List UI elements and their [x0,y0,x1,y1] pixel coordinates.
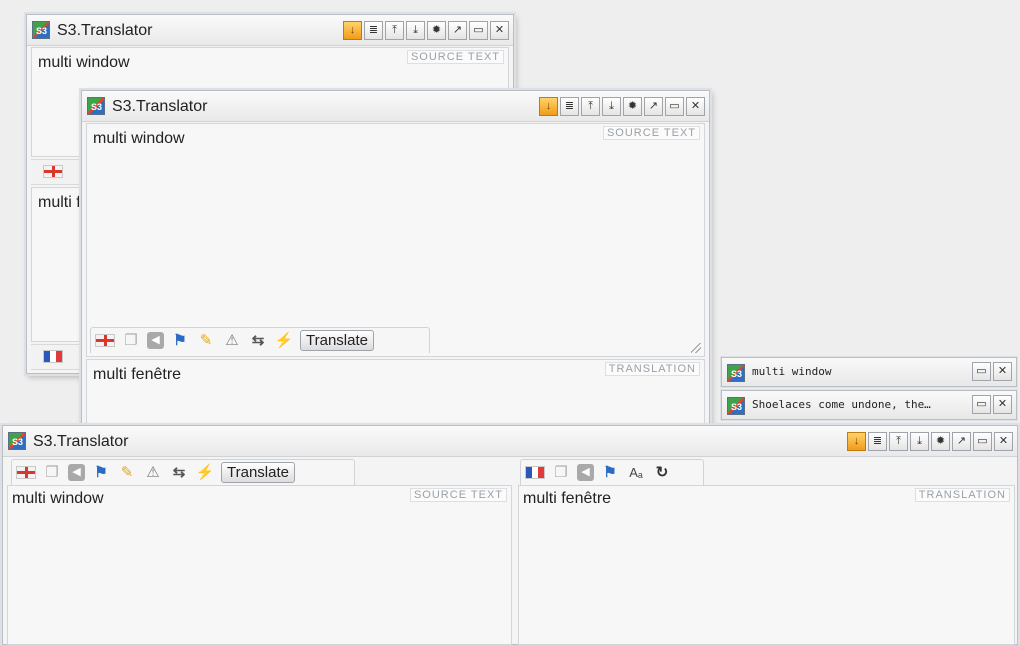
refresh-icon[interactable]: ↻ [652,463,672,483]
translation-label: TRANSLATION [914,488,1010,502]
france-flag-icon[interactable] [43,350,63,363]
mini-window-text[interactable]: Shoelaces come undone, the… [752,398,952,411]
close-icon[interactable]: ✕ [994,432,1013,451]
pin-icon[interactable]: ↓ [343,21,362,40]
close-icon[interactable]: ✕ [490,21,509,40]
pin-icon[interactable]: ↓ [847,432,866,451]
pin-icon[interactable]: ↓ [539,97,558,116]
translation-label: TRANSLATION [604,362,700,376]
source-label: SOURCE TEXT [406,50,504,64]
resize-handle[interactable] [691,343,701,353]
warning-icon[interactable]: ⚠ [222,331,242,351]
dock-bottom-icon[interactable]: ⤓ [910,432,929,451]
close-icon[interactable]: ✕ [993,362,1012,381]
app-logo-icon: S3 [8,432,26,450]
settings-icon[interactable]: ✹ [427,21,446,40]
warning-icon[interactable]: ⚠ [143,463,163,483]
translation-pane[interactable]: multi fenêtre TRANSLATION [86,359,705,427]
dictionary-icon[interactable]: ⚑ [600,463,620,483]
dock-top-icon[interactable]: ⤒ [889,432,908,451]
mini-window-text[interactable]: multi window [752,365,952,378]
page-icon[interactable]: ≣ [364,21,383,40]
swap-icon[interactable]: ⇆ [248,331,268,351]
window-title: S3.Translator [112,98,208,115]
translator-window-docked: S3 S3.Translator ↓ ≣ ⤒ ⤓ ✹ ↗ ▭ ✕ ❐ ◀ ⚑ ✎… [2,425,1018,645]
translation-text[interactable]: multi f [38,194,81,212]
source-pane[interactable]: multi window SOURCE TEXT [7,485,512,645]
uk-flag-icon[interactable] [95,334,115,347]
source-toolbar: ❐ ◀ ⚑ ✎ ⚠ ⇆ ⚡ Translate [11,459,355,485]
source-pane[interactable]: multi window SOURCE TEXT [86,123,705,357]
france-flag-icon[interactable] [525,466,545,479]
translation-toolbar: ❐ ◀ ⚑ Aₐ ↻ [520,459,704,485]
app-logo-icon: S3 [87,97,105,115]
popout-icon[interactable]: ↗ [448,21,467,40]
minimize-icon[interactable]: ▭ [972,362,991,381]
lightning-icon[interactable]: ⚡ [274,331,294,351]
source-toolbar: ❐ ◀ ⚑ ✎ ⚠ ⇆ ⚡ Translate [90,327,430,353]
translation-pane[interactable]: multi fenêtre TRANSLATION [518,485,1015,645]
window-title: S3.Translator [33,433,129,450]
source-text[interactable]: multi window [12,490,104,508]
minimize-icon[interactable]: ▭ [973,432,992,451]
swap-icon[interactable]: ⇆ [169,463,189,483]
translator-window-middle: S3 S3.Translator ↓ ≣ ⤒ ⤓ ✹ ↗ ▭ ✕ multi w… [81,90,710,430]
minimize-icon[interactable]: ▭ [469,21,488,40]
title-bar[interactable]: S3 S3.Translator ↓ ≣ ⤒ ⤓ ✹ ↗ ▭ ✕ [82,91,709,122]
close-icon[interactable]: ✕ [686,97,705,116]
popout-icon[interactable]: ↗ [952,432,971,451]
speaker-icon[interactable]: ◀ [68,464,85,481]
popout-icon[interactable]: ↗ [644,97,663,116]
translate-button[interactable]: Translate [221,462,295,483]
copy-icon[interactable]: ❐ [121,331,141,351]
translate-button[interactable]: Translate [300,330,374,351]
speaker-icon[interactable]: ◀ [577,464,594,481]
page-icon[interactable]: ≣ [868,432,887,451]
source-label: SOURCE TEXT [409,488,507,502]
app-logo-icon: S3 [727,397,745,415]
dock-bottom-icon[interactable]: ⤓ [406,21,425,40]
settings-icon[interactable]: ✹ [931,432,950,451]
dictionary-icon[interactable]: ⚑ [91,463,111,483]
uk-flag-icon[interactable] [16,466,36,479]
close-icon[interactable]: ✕ [993,395,1012,414]
minimize-icon[interactable]: ▭ [972,395,991,414]
window-title: S3.Translator [57,22,153,39]
title-bar[interactable]: S3 S3.Translator ↓ ≣ ⤒ ⤓ ✹ ↗ ▭ ✕ [3,426,1017,457]
font-size-icon[interactable]: Aₐ [626,463,646,483]
page-icon[interactable]: ≣ [560,97,579,116]
copy-icon[interactable]: ❐ [42,463,62,483]
source-text[interactable]: multi window [38,54,130,72]
speaker-icon[interactable]: ◀ [147,332,164,349]
mini-window-2[interactable]: S3 Shoelaces come undone, the… ▭ ✕ [721,390,1017,420]
app-logo-icon: S3 [32,21,50,39]
settings-icon[interactable]: ✹ [623,97,642,116]
translation-text[interactable]: multi fenêtre [523,490,611,508]
app-logo-icon: S3 [727,364,745,382]
copy-icon[interactable]: ❐ [551,463,571,483]
clear-icon[interactable]: ✎ [196,331,216,351]
title-bar[interactable]: S3 S3.Translator ↓ ≣ ⤒ ⤓ ✹ ↗ ▭ ✕ [27,15,513,46]
dock-top-icon[interactable]: ⤒ [385,21,404,40]
minimize-icon[interactable]: ▭ [665,97,684,116]
dictionary-icon[interactable]: ⚑ [170,331,190,351]
mini-window-1[interactable]: S3 multi window ▭ ✕ [721,357,1017,387]
source-label: SOURCE TEXT [602,126,700,140]
dock-top-icon[interactable]: ⤒ [581,97,600,116]
dock-bottom-icon[interactable]: ⤓ [602,97,621,116]
uk-flag-icon[interactable] [43,165,63,178]
source-text[interactable]: multi window [93,130,185,148]
clear-icon[interactable]: ✎ [117,463,137,483]
translation-text[interactable]: multi fenêtre [93,366,181,384]
lightning-icon[interactable]: ⚡ [195,463,215,483]
